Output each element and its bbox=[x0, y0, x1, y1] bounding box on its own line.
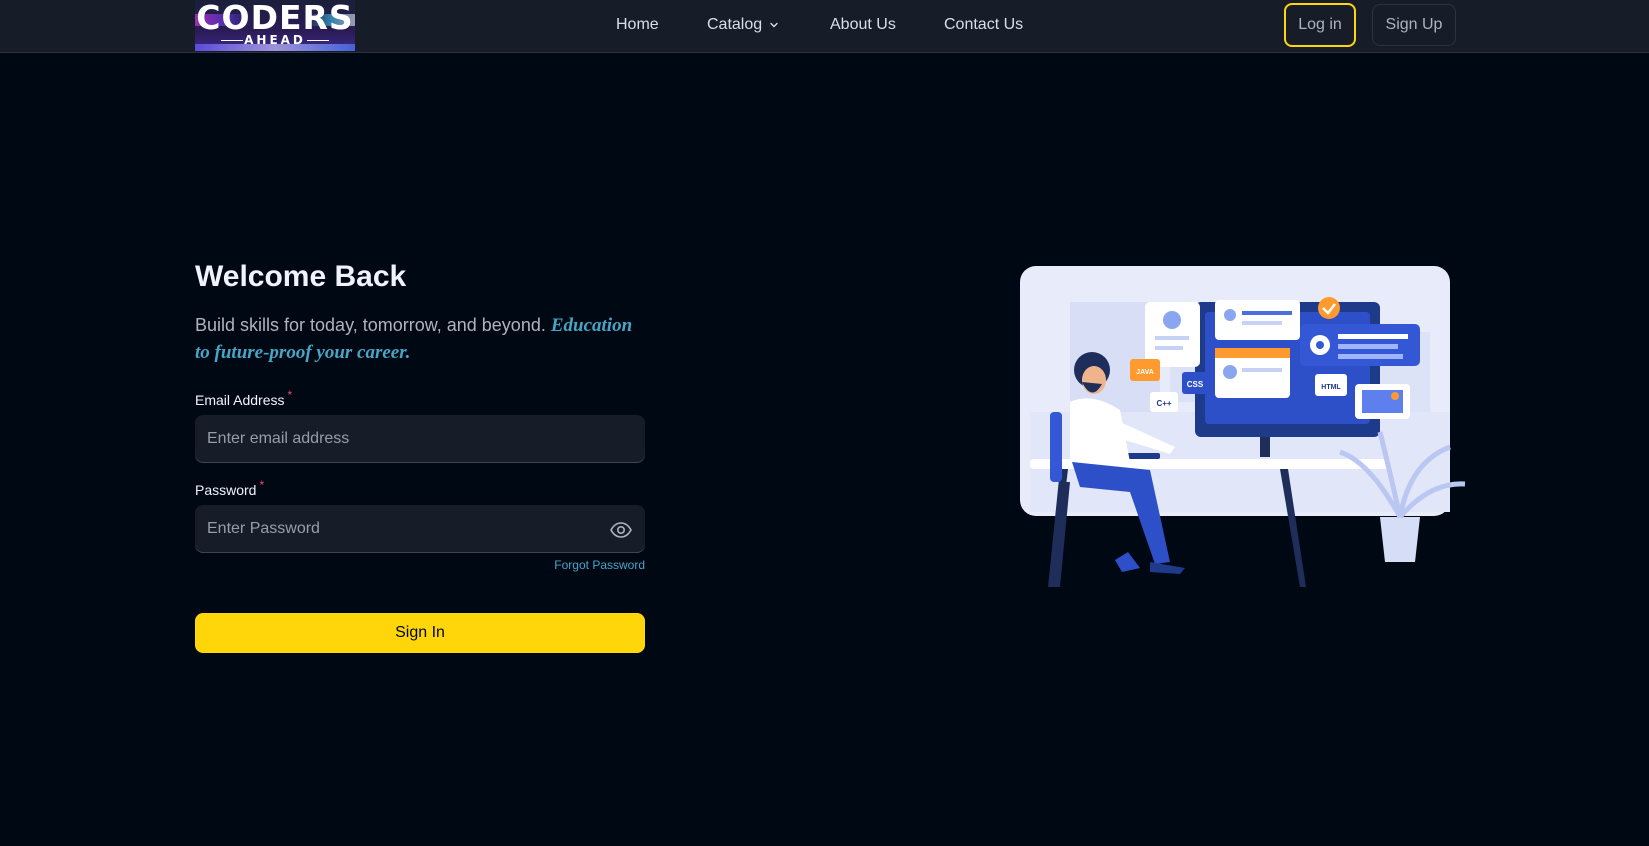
page-title: Welcome Back bbox=[195, 260, 407, 293]
eye-icon[interactable] bbox=[609, 518, 633, 542]
tag-html-label: HTML bbox=[1321, 384, 1341, 391]
forgot-password-link[interactable]: Forgot Password bbox=[500, 557, 645, 573]
signup-button[interactable]: Sign Up bbox=[1372, 4, 1456, 46]
subtitle-text: Build skills for today, tomorrow, and be… bbox=[195, 315, 546, 335]
password-field[interactable] bbox=[195, 505, 645, 553]
tag-cpp-label: C++ bbox=[1156, 399, 1171, 408]
check-badge bbox=[1318, 297, 1340, 319]
logo-subtext: AHEAD bbox=[244, 33, 306, 47]
login-button[interactable]: Log in bbox=[1284, 3, 1356, 47]
tag-java-label: JAVA bbox=[1136, 369, 1154, 376]
nav-home[interactable]: Home bbox=[616, 15, 659, 35]
tag-css-label: CSS bbox=[1187, 380, 1204, 389]
chair bbox=[1050, 412, 1062, 482]
required-mark: * bbox=[287, 388, 293, 402]
nav-about[interactable]: About Us bbox=[830, 15, 896, 35]
hero-illustration: JAVA CSS C++ HTML bbox=[1020, 266, 1466, 587]
email-label: Email Address * bbox=[195, 388, 293, 411]
nav-contact[interactable]: Contact Us bbox=[944, 15, 1023, 35]
logo-text: CODERS bbox=[196, 0, 354, 37]
sign-in-button[interactable]: Sign In bbox=[195, 613, 645, 653]
nav-catalog-label: Catalog bbox=[707, 16, 763, 33]
nav-catalog[interactable]: Catalog bbox=[707, 15, 780, 35]
email-label-text: Email Address bbox=[195, 392, 285, 408]
logo-divider bbox=[307, 40, 329, 41]
password-label-text: Password bbox=[195, 482, 257, 498]
chevron-down-icon bbox=[770, 22, 778, 28]
email-field[interactable] bbox=[195, 415, 645, 463]
brand-logo[interactable]: CODERS AHEAD bbox=[195, 0, 355, 51]
navbar: CODERS AHEAD Home Catalog About Us Conta… bbox=[0, 0, 1649, 53]
required-mark: * bbox=[259, 478, 265, 492]
page-subtitle: Build skills for today, tomorrow, and be… bbox=[195, 312, 645, 366]
password-label: Password * bbox=[195, 478, 265, 501]
